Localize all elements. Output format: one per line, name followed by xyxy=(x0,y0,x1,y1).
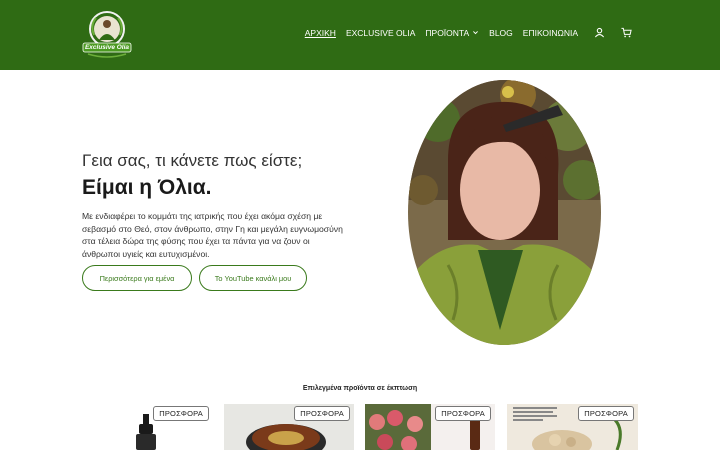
portrait-image xyxy=(408,80,601,345)
youtube-channel-button[interactable]: Το YouTube κανάλι μου xyxy=(199,265,307,291)
nav-blog[interactable]: BLOG xyxy=(489,28,513,38)
hero-intro: Με ενδιαφέρει το κομμάτι της ιατρικής πο… xyxy=(82,211,343,260)
nav-home[interactable]: ΑΡΧΙΚΗ xyxy=(305,28,336,38)
product-card[interactable]: ΠΡΟΣΦΟΡΑ xyxy=(365,404,495,450)
nav-products-label: ΠΡΟΪΟΝΤΑ xyxy=(425,27,470,38)
cart-icon xyxy=(621,27,632,38)
logo[interactable] xyxy=(82,10,132,60)
logo-text: Exclusive Olia xyxy=(84,44,130,51)
chevron-down-icon xyxy=(473,31,479,35)
nav-contact[interactable]: ΕΠΙΚΟΙΝΩΝΙΑ xyxy=(523,28,578,38)
hero-section: Γεια σας, τι κάνετε πως είστε; Είμαι η Ό… xyxy=(82,150,352,261)
main-nav: ΑΡΧΙΚΗ EXCLUSIVE OLIA ΠΡΟΪΟΝΤΑ BLOG ΕΠΙΚ… xyxy=(305,27,632,38)
offer-badge: ΠΡΟΣΦΟΡΑ xyxy=(294,406,350,421)
nav-exclusive-olia[interactable]: EXCLUSIVE OLIA xyxy=(346,28,415,38)
hero-name: Είμαι η Όλια. xyxy=(82,176,212,199)
product-card[interactable]: ΠΡΟΣΦΟΡΑ xyxy=(224,404,354,450)
product-card[interactable]: ΠΡΟΣΦΟΡΑ xyxy=(507,404,638,450)
product-card[interactable]: ΠΡΟΣΦΟΡΑ xyxy=(83,404,213,450)
hero-greeting: Γεια σας, τι κάνετε πως είστε; xyxy=(82,151,303,170)
featured-products-heading: Επιλεγμένα προϊόντα σε έκπτωση xyxy=(302,385,418,392)
user-icon xyxy=(594,27,605,38)
account-button[interactable] xyxy=(594,27,605,38)
offer-badge: ΠΡΟΣΦΟΡΑ xyxy=(578,406,634,421)
more-about-me-button[interactable]: Περισσότερα για εμένα xyxy=(82,265,192,291)
cart-button[interactable] xyxy=(621,27,632,38)
offer-badge: ΠΡΟΣΦΟΡΑ xyxy=(435,406,491,421)
site-header: Exclusive Olia ΑΡΧΙΚΗ EXCLUSIVE OLIA ΠΡΟ… xyxy=(0,0,720,70)
offer-badge: ΠΡΟΣΦΟΡΑ xyxy=(153,406,209,421)
nav-products[interactable]: ΠΡΟΪΟΝΤΑ xyxy=(425,28,479,38)
